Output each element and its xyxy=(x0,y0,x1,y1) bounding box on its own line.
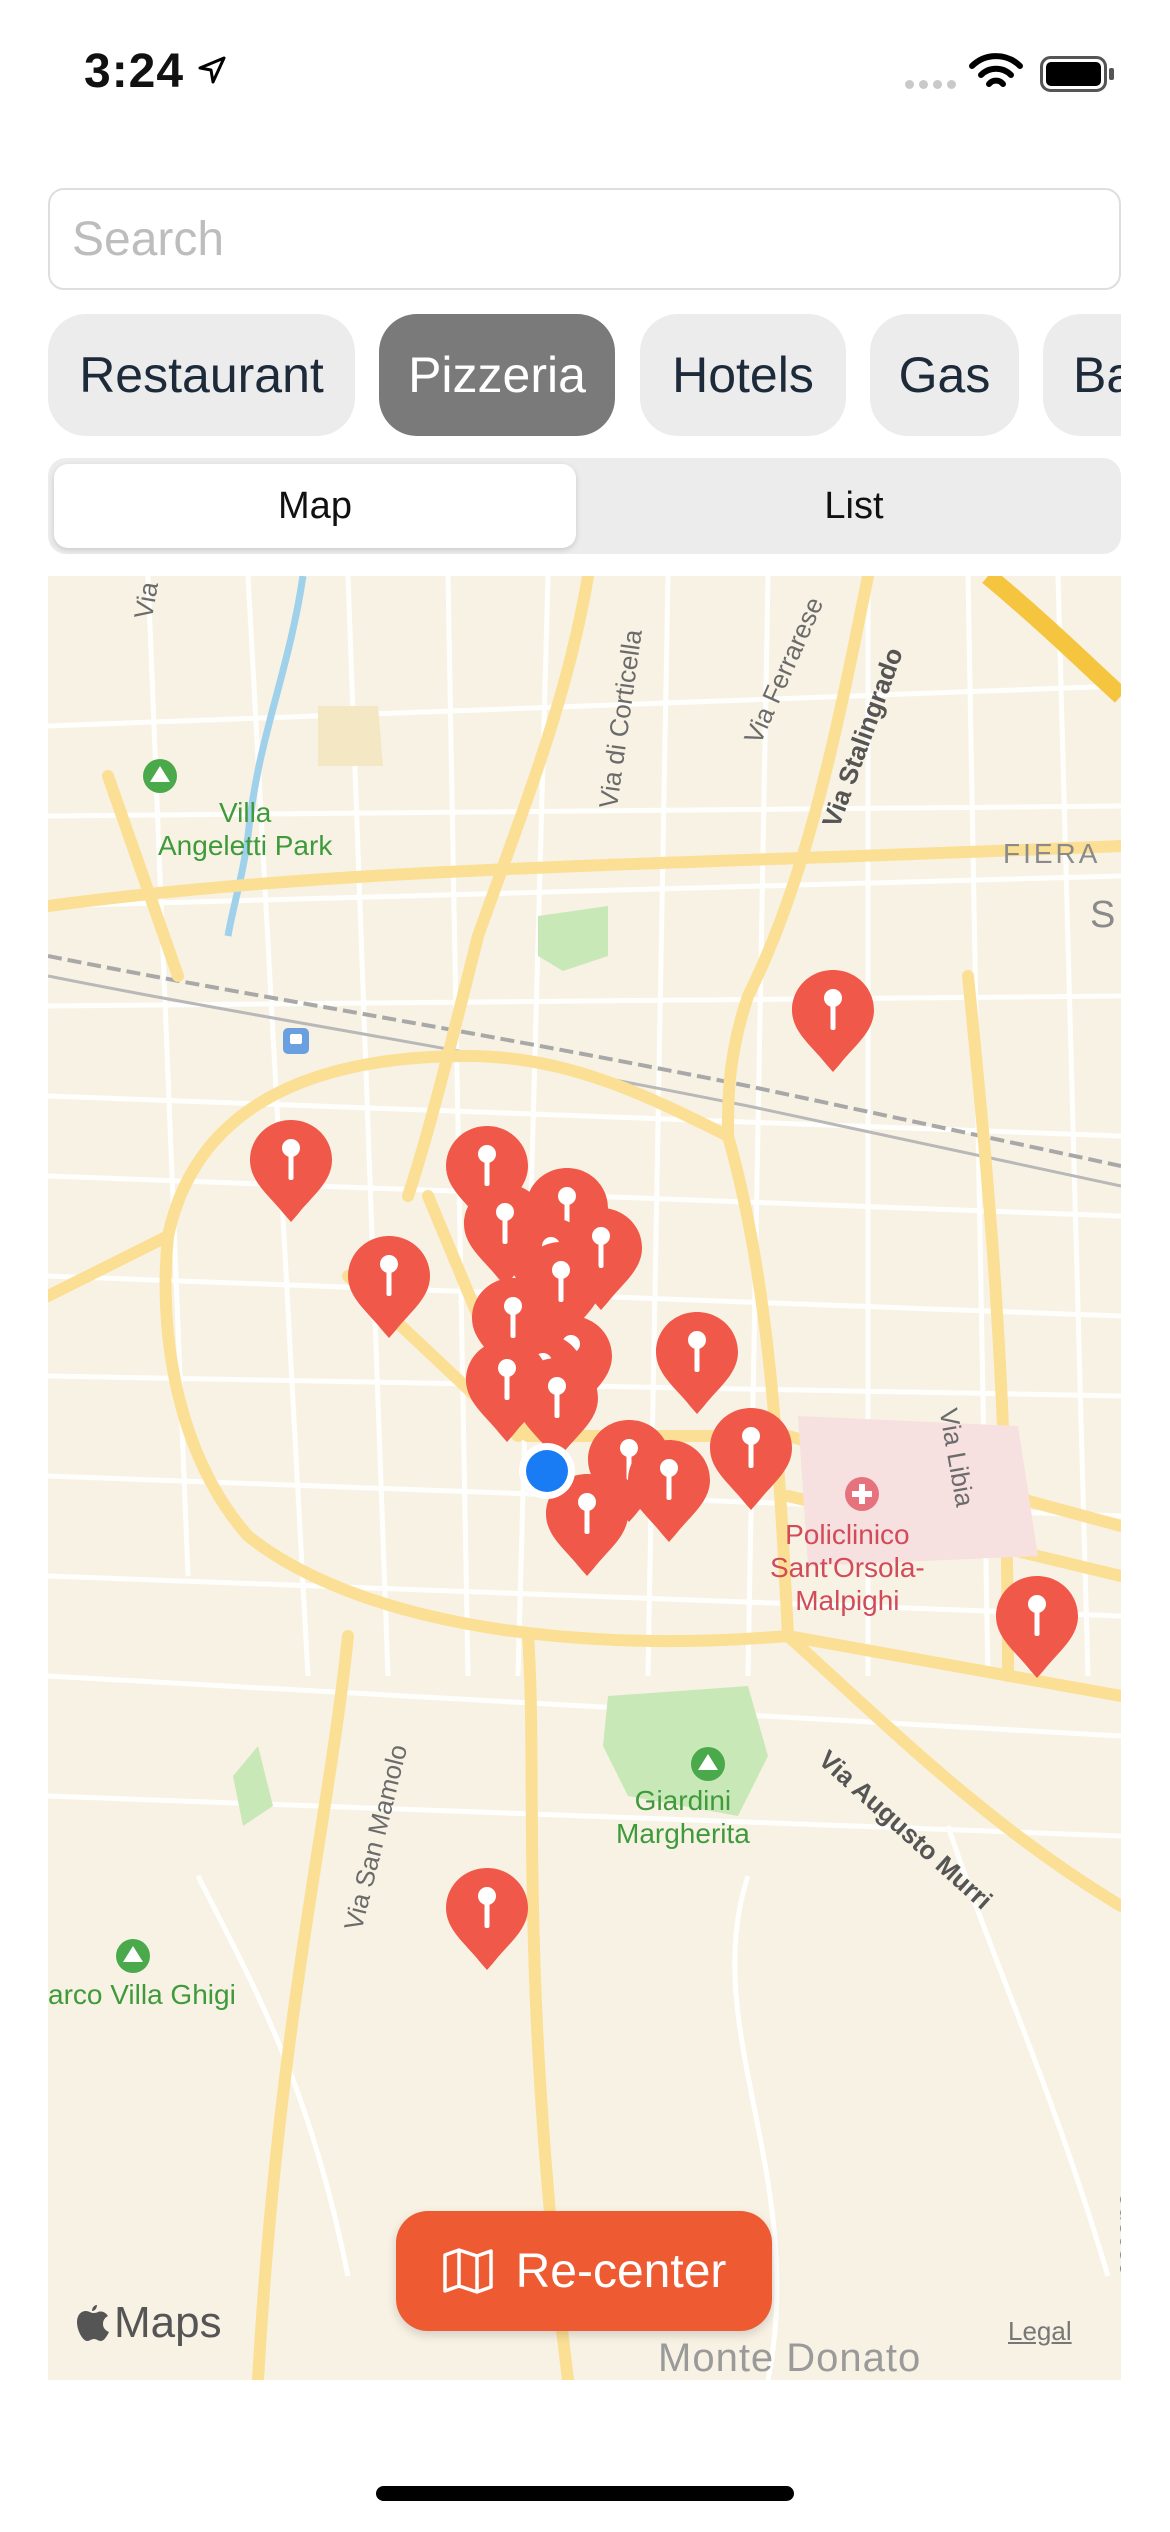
legal-link[interactable]: Legal xyxy=(1008,2316,1072,2347)
map-label-s: S xyxy=(1090,894,1119,936)
map-label-villa-angeletti: Villa Angeletti Park xyxy=(158,797,333,861)
chip-bars[interactable]: Ba xyxy=(1043,314,1121,436)
status-bar: 3:24 xyxy=(0,0,1170,150)
map-label-policlinico: Policlinico Sant'Orsola- Malpighi xyxy=(770,1519,925,1616)
apple-logo-icon xyxy=(77,2305,109,2341)
maps-logo-text: Maps xyxy=(114,2298,222,2347)
status-time: 3:24 xyxy=(84,45,185,98)
tab-map[interactable]: Map xyxy=(54,464,576,548)
map-label-parco-villa-ghigi: arco Villa Ghigi xyxy=(48,1979,236,2010)
map-pin[interactable] xyxy=(626,1438,712,1542)
map-label-fiera: FIERA xyxy=(1003,838,1101,869)
map-label-monte-donato: Monte Donato xyxy=(658,2336,922,2380)
home-indicator xyxy=(376,2486,794,2501)
view-toggle: Map List xyxy=(48,458,1121,554)
map-label-oscana: oscana xyxy=(1110,2192,1121,2276)
map-pin[interactable] xyxy=(708,1406,794,1510)
apple-maps-attribution[interactable]: Maps xyxy=(76,2298,222,2348)
map-view[interactable]: Via Ma Via di Corticella Via Ferrarese V… xyxy=(48,576,1121,2380)
battery-icon xyxy=(1040,56,1114,92)
map-pin[interactable] xyxy=(248,1118,334,1222)
tab-list[interactable]: List xyxy=(593,464,1115,548)
category-chips: Restaurant Pizzeria Hotels Gas Ba xyxy=(48,314,1121,436)
map-pin[interactable] xyxy=(790,968,876,1072)
map-pin[interactable] xyxy=(346,1234,432,1338)
cellular-signal-icon xyxy=(905,80,956,89)
location-arrow-icon xyxy=(198,56,226,84)
map-pin[interactable] xyxy=(444,1866,530,1970)
re-center-button[interactable]: Re-center xyxy=(396,2211,772,2331)
map-label-giardini-margherita: Giardini Margherita xyxy=(616,1785,750,1849)
chip-gas[interactable]: Gas xyxy=(870,314,1019,436)
re-center-label: Re-center xyxy=(515,2244,727,2298)
chip-pizzeria[interactable]: Pizzeria xyxy=(379,314,615,436)
map-pin[interactable] xyxy=(654,1310,740,1414)
map-icon xyxy=(442,2248,493,2294)
user-location-dot xyxy=(519,1443,575,1499)
search-input[interactable]: Search xyxy=(48,188,1121,290)
chip-hotels[interactable]: Hotels xyxy=(640,314,846,436)
map-pin[interactable] xyxy=(994,1574,1080,1678)
wifi-icon xyxy=(969,53,1023,87)
chip-restaurant[interactable]: Restaurant xyxy=(48,314,355,436)
